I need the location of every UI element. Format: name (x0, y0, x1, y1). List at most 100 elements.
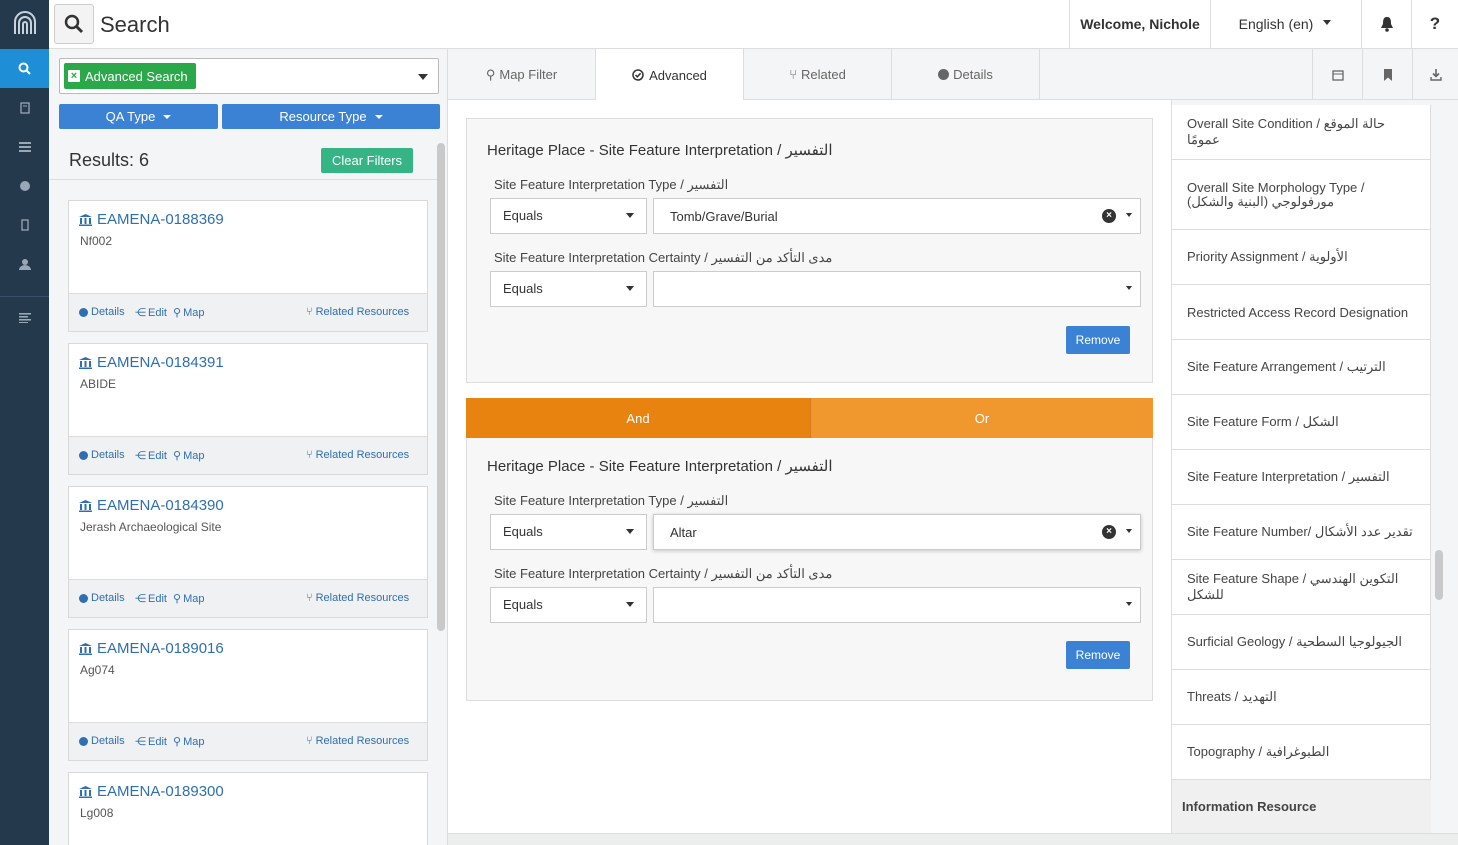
certainty-operator-select[interactable]: Equals (490, 587, 647, 623)
tab-details[interactable]: Details (892, 49, 1040, 100)
result-title-link[interactable]: EAMENA-0188369 (79, 211, 417, 228)
details-link[interactable]: Details (79, 449, 125, 461)
type-operator-select[interactable]: Equals (490, 514, 647, 550)
resource-type-label: Resource Type (279, 109, 367, 124)
bookmark-button[interactable] (1362, 49, 1412, 100)
details-link[interactable]: Details (79, 306, 125, 318)
related-resources-link[interactable]: ⑂ Related Resources (306, 449, 409, 461)
and-toggle[interactable]: And (466, 398, 810, 438)
details-link[interactable]: Details (79, 735, 125, 747)
map-marker-icon: ⚲ (173, 307, 182, 319)
mobile-icon (20, 218, 29, 231)
remove-tag-icon[interactable]: × (68, 70, 80, 82)
download-button[interactable] (1412, 49, 1458, 100)
certainty-operator-select[interactable]: Equals (490, 271, 647, 307)
result-title-link[interactable]: EAMENA-0184391 (79, 354, 417, 371)
tab-related[interactable]: ⑂ Related (744, 49, 892, 100)
map-link[interactable]: ⚲ Map (173, 592, 204, 606)
facet-item[interactable]: Threats / التهديد (1172, 670, 1431, 725)
map-link[interactable]: ⚲ Map (173, 449, 204, 463)
tab-advanced[interactable]: Advanced (596, 49, 744, 101)
facet-title: Heritage Place - Site Feature Interpreta… (487, 458, 833, 475)
result-title-link[interactable]: EAMENA-0184390 (79, 497, 417, 514)
bookmark-icon (1383, 68, 1392, 81)
result-name: Ag074 (80, 663, 115, 677)
map-marker-icon: ⚲ (173, 450, 182, 462)
edit-link[interactable]: ⋲ Edit (135, 306, 167, 320)
facet-item[interactable]: Site Feature Form / الشكل (1172, 395, 1431, 450)
edit-link[interactable]: ⋲ Edit (135, 735, 167, 749)
qa-type-filter[interactable]: QA Type (59, 104, 218, 129)
map-label: Map (183, 306, 205, 319)
edit-link[interactable]: ⋲ Edit (135, 449, 167, 463)
notifications-button[interactable] (1361, 0, 1411, 48)
type-value-select[interactable]: Tomb/Grave/Burial × (653, 198, 1141, 234)
certainty-value-select[interactable] (653, 271, 1141, 307)
facet-item[interactable]: Site Feature Arrangement / الترتيب (1172, 340, 1431, 395)
chevron-down-icon[interactable] (418, 74, 428, 80)
help-button[interactable]: ? (1411, 0, 1458, 48)
edit-link[interactable]: ⋲ Edit (135, 592, 167, 606)
clear-value-icon[interactable]: × (1102, 209, 1116, 223)
result-card: EAMENA-0189300 Lg008 (68, 772, 428, 845)
app-logo[interactable] (0, 0, 49, 48)
or-toggle[interactable]: Or (810, 398, 1153, 438)
map-link[interactable]: ⚲ Map (173, 306, 205, 320)
rail-mobile[interactable] (0, 205, 49, 244)
result-title-link[interactable]: EAMENA-0189300 (79, 783, 417, 800)
details-link[interactable]: Details (79, 592, 125, 604)
details-label: Details (91, 735, 125, 747)
facet-item[interactable]: Overall Site Morphology Type / مورفولوجي… (1172, 160, 1431, 230)
rail-map[interactable] (0, 166, 49, 205)
rail-profile[interactable] (0, 244, 49, 283)
type-operator-select[interactable]: Equals (490, 198, 647, 234)
related-resources-link[interactable]: ⑂ Related Resources (306, 306, 409, 318)
institution-icon (79, 213, 92, 226)
rail-divider (0, 296, 49, 297)
search-button[interactable] (54, 4, 94, 44)
welcome-user[interactable]: Welcome, Nichole (1069, 0, 1210, 48)
language-select[interactable]: English (en) (1210, 0, 1361, 48)
rail-resources[interactable] (0, 88, 49, 127)
horizontal-scrollbar[interactable] (448, 833, 1458, 845)
clear-filters-button[interactable]: Clear Filters (321, 148, 413, 173)
tab-map-filter[interactable]: ⚲ Map Filter (448, 49, 596, 100)
menu-icon (18, 312, 31, 323)
related-resources-link[interactable]: ⑂ Related Resources (306, 735, 409, 747)
clear-value-icon[interactable]: × (1102, 525, 1116, 539)
info-icon (79, 307, 88, 317)
calendar-icon (1331, 69, 1344, 81)
branch-icon: ⑂ (789, 67, 797, 82)
result-card: EAMENA-0184391 ABIDE Details ⋲ Edit ⚲ Map … (68, 343, 428, 475)
search-term-select[interactable]: × Advanced Search (59, 58, 439, 94)
facet-item[interactable]: Topography / الطبوغرافية (1172, 725, 1431, 780)
facet-item[interactable]: Site Feature Shape / التكوين الهندسي للش… (1172, 560, 1431, 615)
info-icon (79, 450, 88, 460)
facet-item[interactable]: Priority Assignment / الأولوية (1172, 230, 1431, 285)
rail-list[interactable] (0, 127, 49, 166)
institution-icon (79, 356, 92, 369)
resource-type-filter[interactable]: Resource Type (222, 104, 440, 129)
facet-item[interactable]: Surficial Geology / الجيولوجيا السطحية (1172, 615, 1431, 670)
certainty-label: Site Feature Interpretation Certainty / … (494, 250, 833, 265)
type-value-select[interactable]: Altar × (653, 514, 1141, 550)
bell-icon (1380, 17, 1393, 32)
calendar-button[interactable] (1312, 49, 1362, 100)
facet-item[interactable]: Restricted Access Record Designation (1172, 285, 1431, 340)
rail-search[interactable] (0, 49, 49, 88)
related-resources-link[interactable]: ⑂ Related Resources (306, 592, 409, 604)
result-title-link[interactable]: EAMENA-0189016 (79, 640, 417, 657)
facet-list-scrollbar[interactable] (1435, 550, 1443, 600)
advanced-search-tag[interactable]: × Advanced Search (64, 63, 196, 89)
advanced-search-area: Heritage Place - Site Feature Interpreta… (448, 100, 1171, 845)
remove-button[interactable]: Remove (1066, 641, 1130, 669)
facet-item[interactable]: Overall Site Condition / حالة الموقع عمو… (1172, 105, 1431, 160)
rail-menu[interactable] (0, 298, 49, 337)
remove-button[interactable]: Remove (1066, 326, 1130, 354)
facet-item[interactable]: Site Feature Number/ تقدير عدد الأشكال (1172, 505, 1431, 560)
facet-item[interactable]: Site Feature Interpretation / التفسير (1172, 450, 1431, 505)
certainty-value-select[interactable] (653, 587, 1141, 623)
results-scrollbar[interactable] (437, 143, 445, 631)
map-link[interactable]: ⚲ Map (173, 735, 204, 749)
operator-value: Equals (503, 281, 543, 296)
